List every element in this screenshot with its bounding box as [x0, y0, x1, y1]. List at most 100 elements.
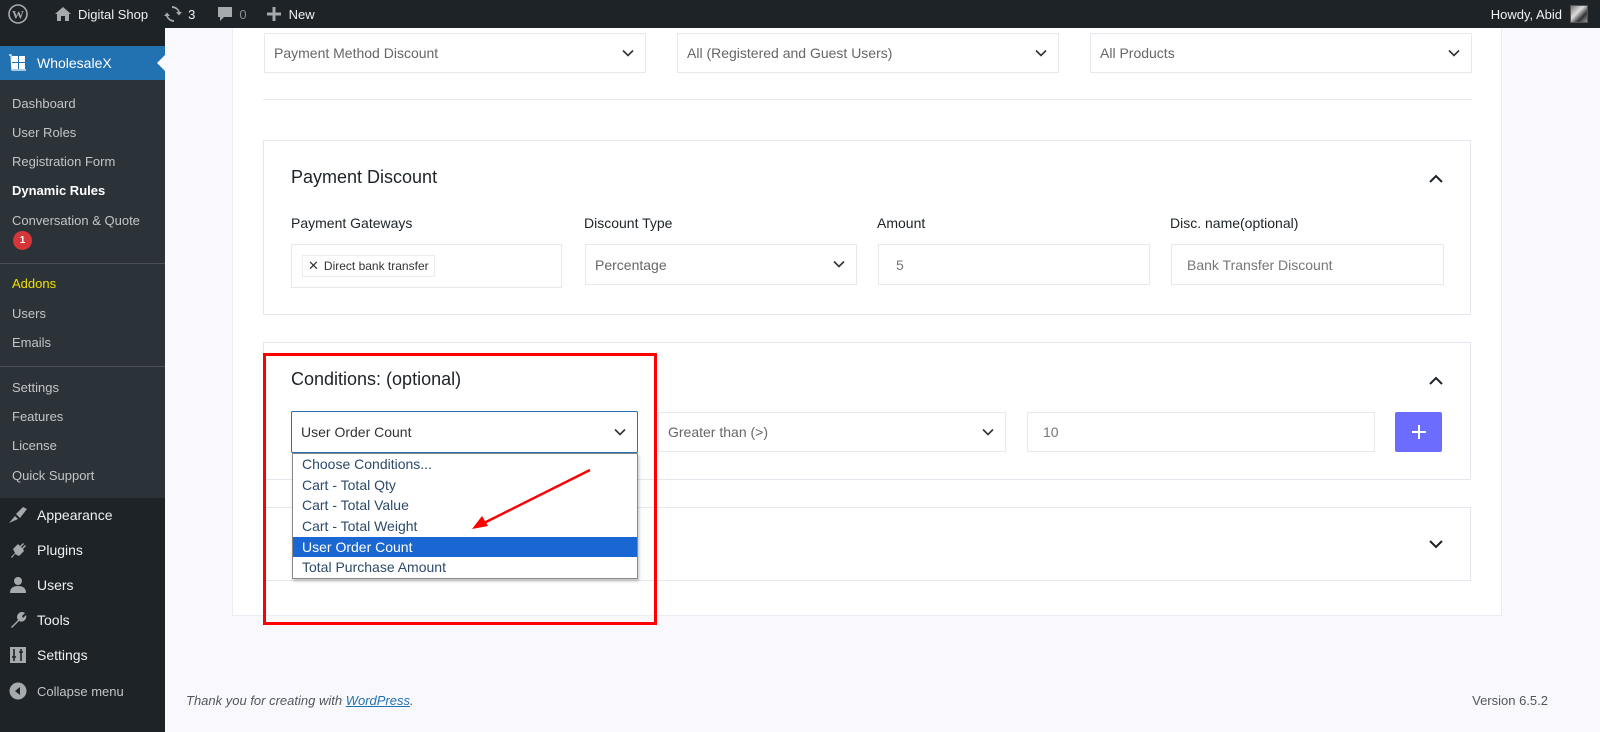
submenu-license[interactable]: License: [12, 438, 57, 453]
dropdown-option-selected[interactable]: User Order Count: [293, 536, 637, 558]
footer-version: Version 6.5.2: [1472, 693, 1548, 708]
home-icon: [55, 7, 71, 21]
payment-gateways-multiselect[interactable]: ✕ Direct bank transfer: [291, 244, 562, 288]
condition-type-value: User Order Count: [301, 424, 412, 440]
site-name-link[interactable]: Digital Shop: [46, 0, 156, 28]
wordpress-logo-button[interactable]: W: [0, 0, 36, 28]
footer-thanks-suffix: .: [410, 693, 414, 708]
sidebar-label-wholesalex: WholesaleX: [37, 55, 112, 71]
plus-icon: [1411, 425, 1426, 439]
sidebar-label-collapse: Collapse menu: [37, 683, 124, 699]
dropdown-option[interactable]: Cart - Total Weight: [293, 516, 637, 537]
submenu-addons[interactable]: Addons: [12, 276, 56, 291]
chevron-up-icon[interactable]: [1428, 171, 1444, 187]
add-condition-button[interactable]: [1395, 412, 1442, 452]
sidebar-item-plugins[interactable]: Plugins: [0, 533, 165, 567]
new-label: New: [288, 6, 315, 22]
chevron-down-icon: [833, 260, 845, 268]
sidebar-item-wholesalex[interactable]: WholesaleX: [0, 46, 165, 80]
condition-value-input[interactable]: 10: [1027, 412, 1375, 452]
paintbrush-icon: [8, 505, 28, 525]
greeting: Howdy, Abid: [1490, 6, 1562, 22]
collapse-icon: [8, 681, 28, 701]
gateway-chip: ✕ Direct bank transfer: [302, 255, 435, 277]
plus-icon: [266, 7, 281, 21]
comment-icon: [218, 7, 233, 21]
disc-name-input[interactable]: Bank Transfer Discount: [1171, 244, 1444, 285]
settings-sliders-icon: [8, 645, 28, 665]
wholesalex-submenu: Dashboard User Roles Registration Form D…: [0, 80, 165, 498]
submenu-emails[interactable]: Emails: [12, 335, 51, 350]
remove-chip-icon[interactable]: ✕: [308, 258, 319, 274]
submenu-separator: [0, 263, 165, 264]
dropdown-option[interactable]: Choose Conditions...: [293, 454, 637, 475]
dropdown-option[interactable]: Cart - Total Qty: [293, 475, 637, 496]
updates-icon: [164, 6, 183, 22]
submenu-dynamic-rules[interactable]: Dynamic Rules: [12, 183, 105, 198]
new-content-link[interactable]: New: [259, 0, 323, 28]
chevron-down-icon: [1448, 49, 1460, 57]
submenu-registration-form[interactable]: Registration Form: [12, 154, 115, 169]
site-name: Digital Shop: [78, 6, 149, 22]
footer-thanks: Thank you for creating with WordPress.: [186, 693, 414, 708]
chevron-down-icon[interactable]: [1428, 536, 1444, 552]
submenu-users[interactable]: Users: [12, 306, 46, 321]
rule-type-select[interactable]: Payment Method Discount: [264, 33, 646, 73]
chevron-down-icon: [1035, 49, 1047, 57]
wordpress-logo-icon: W: [8, 4, 28, 24]
amount-label: Amount: [877, 215, 926, 231]
user-icon: [8, 575, 28, 595]
sidebar-label-users: Users: [37, 577, 74, 593]
discount-type-value: Percentage: [595, 256, 667, 273]
comments-count: 0: [239, 6, 247, 22]
sidebar-item-users[interactable]: Users: [0, 568, 165, 602]
wordpress-link[interactable]: WordPress: [346, 693, 410, 708]
submenu-dashboard[interactable]: Dashboard: [12, 96, 76, 111]
sidebar-item-settings[interactable]: Settings: [0, 638, 165, 672]
sidebar-label-appearance: Appearance: [37, 507, 113, 523]
user-scope-select[interactable]: All (Registered and Guest Users): [677, 33, 1059, 73]
chevron-up-icon[interactable]: [1428, 373, 1444, 389]
svg-text:W: W: [12, 8, 24, 22]
condition-operator-select[interactable]: Greater than (>): [658, 412, 1006, 452]
discount-type-select[interactable]: Percentage: [585, 244, 857, 285]
updates-link[interactable]: 3: [156, 0, 203, 28]
admin-bar: W Digital Shop 3 0 New Howdy, Abid: [0, 0, 1600, 28]
plugin-icon: [8, 540, 28, 560]
submenu-quick-support[interactable]: Quick Support: [12, 468, 94, 483]
submenu-separator: [0, 366, 165, 367]
collapse-menu-button[interactable]: Collapse menu: [0, 674, 165, 708]
sidebar-label-settings: Settings: [37, 647, 88, 663]
sidebar-item-tools[interactable]: Tools: [0, 603, 165, 637]
disc-name-label: Disc. name(optional): [1170, 215, 1299, 231]
dropdown-option[interactable]: Total Purchase Amount: [293, 557, 637, 578]
wrench-icon: [8, 610, 28, 630]
chevron-down-icon: [622, 49, 634, 57]
submenu-settings[interactable]: Settings: [12, 380, 59, 395]
payment-discount-title: Payment Discount: [291, 167, 438, 187]
conversation-count-badge: 1: [13, 231, 32, 250]
footer-thanks-prefix: Thank you for creating with: [186, 693, 346, 708]
chevron-down-icon: [982, 428, 994, 436]
admin-sidebar: WholesaleX Dashboard User Roles Registra…: [0, 28, 165, 732]
payment-gateways-label: Payment Gateways: [291, 215, 413, 231]
updates-count: 3: [188, 6, 196, 22]
my-account[interactable]: Howdy, Abid: [1491, 5, 1600, 23]
disc-name-value: Bank Transfer Discount: [1187, 256, 1333, 273]
rule-type-value: Payment Method Discount: [274, 45, 439, 61]
comments-link[interactable]: 0: [209, 0, 254, 28]
user-scope-value: All (Registered and Guest Users): [687, 45, 893, 61]
sidebar-label-plugins: Plugins: [37, 542, 83, 558]
submenu-features[interactable]: Features: [12, 409, 63, 424]
amount-input[interactable]: 5: [878, 244, 1150, 285]
current-menu-notch: [157, 55, 165, 71]
sidebar-label-tools: Tools: [37, 612, 70, 628]
product-scope-select[interactable]: All Products: [1090, 33, 1472, 73]
dropdown-option[interactable]: Cart - Total Value: [293, 495, 637, 516]
conditions-title: Conditions: (optional): [291, 369, 462, 389]
condition-operator-value: Greater than (>): [668, 424, 768, 440]
submenu-conversation-quote[interactable]: Conversation & Quote: [12, 213, 140, 228]
sidebar-item-appearance[interactable]: Appearance: [0, 498, 165, 532]
submenu-user-roles[interactable]: User Roles: [12, 125, 76, 140]
condition-type-select[interactable]: User Order Count: [291, 411, 638, 453]
